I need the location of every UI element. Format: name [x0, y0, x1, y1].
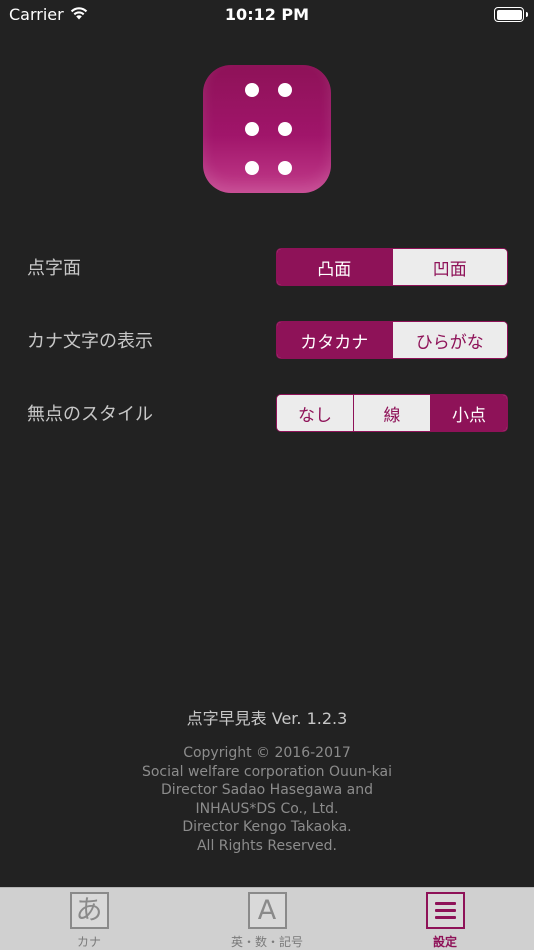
setting-label: 点字面	[27, 258, 81, 279]
copyright-line: INHAUS*DS Co., Ltd.	[195, 800, 339, 817]
braille-dot-2	[245, 122, 259, 136]
setting-blank-dot-style: 無点のスタイル なし 線 小点	[0, 394, 534, 432]
setting-braille-surface: 点字面 凸面 凹面	[0, 248, 534, 286]
segmented-control-braille-surface: 凸面 凹面	[276, 248, 508, 286]
letter-a-icon: A	[247, 892, 287, 929]
segment-concave[interactable]: 凹面	[391, 249, 507, 285]
segmented-control-blank-dot-style: なし 線 小点	[276, 394, 508, 432]
copyright-line: Copyright © 2016-2017	[183, 745, 351, 761]
copyright-line: Director Kengo Takaoka.	[182, 819, 352, 835]
braille-dot-3	[245, 161, 259, 175]
segment-small-dot[interactable]: 小点	[430, 395, 507, 431]
status-bar: Carrier 10:12 PM	[0, 0, 534, 30]
copyright-line: Social welfare corporation Ouun-kai	[141, 763, 393, 780]
tab-settings[interactable]: 設定	[356, 888, 534, 950]
braille-dot-1	[245, 83, 259, 97]
segment-katakana[interactable]: カタカナ	[277, 322, 392, 358]
braille-dot-5	[278, 122, 292, 136]
copyright-line: Director Sadao Hasegawa and	[161, 782, 373, 798]
segment-hiragana[interactable]: ひらがな	[391, 322, 507, 358]
tab-kana[interactable]: あ カナ	[0, 888, 178, 950]
segmented-control-kana-display: カタカナ ひらがな	[276, 321, 508, 359]
settings-screen: Carrier 10:12 PM 点字面 凸面 凹面 カナ文字の表示 カタカナ …	[0, 0, 534, 950]
tab-label: 英・数・記号	[230, 935, 303, 949]
segment-line[interactable]: 線	[353, 395, 430, 431]
braille-six-dots-icon	[203, 65, 331, 193]
tab-bar: あ カナ A 英・数・記号 設定	[0, 887, 534, 950]
copyright-block: Copyright © 2016-2017 Social welfare cor…	[0, 744, 534, 855]
braille-dot-4	[278, 83, 292, 97]
segment-convex[interactable]: 凸面	[277, 249, 392, 285]
braille-dot-6	[278, 161, 292, 175]
tab-label: 設定	[432, 935, 457, 949]
copyright-line: All Rights Reserved.	[196, 837, 338, 854]
setting-label: 無点のスタイル	[27, 404, 153, 425]
hiragana-a-icon: あ	[69, 892, 109, 929]
segment-none[interactable]: なし	[277, 395, 353, 431]
status-time: 10:12 PM	[224, 5, 310, 24]
app-version: 点字早見表 Ver. 1.2.3	[186, 709, 348, 728]
setting-kana-display: カナ文字の表示 カタカナ ひらがな	[0, 321, 534, 359]
battery-icon	[494, 7, 528, 22]
tab-alphanumeric[interactable]: A 英・数・記号	[178, 888, 356, 950]
setting-label: カナ文字の表示	[27, 331, 153, 352]
tab-label: カナ	[76, 935, 101, 949]
menu-icon	[425, 892, 465, 929]
